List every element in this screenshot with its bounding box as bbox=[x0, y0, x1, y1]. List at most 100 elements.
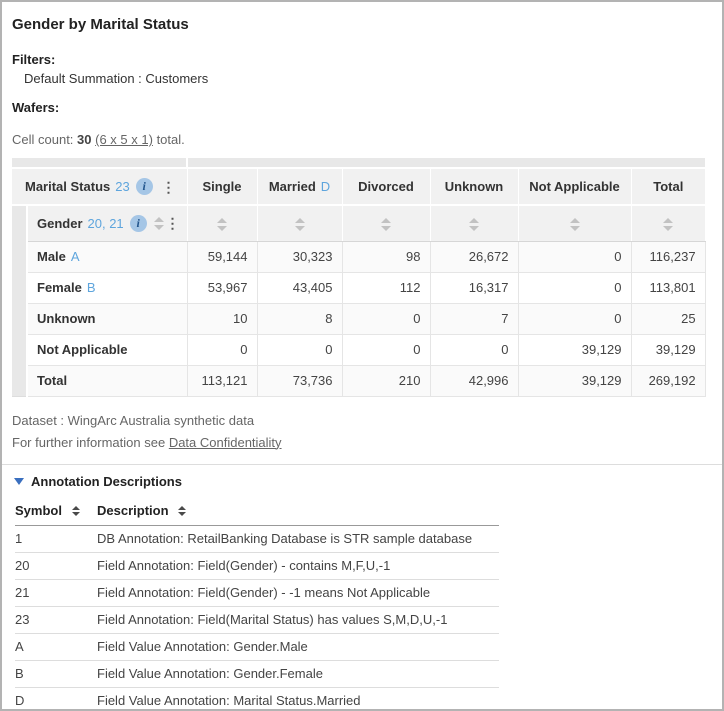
row-header-strip bbox=[12, 205, 27, 396]
data-cell: 0 bbox=[518, 241, 631, 272]
column-header-unknown: Unknown bbox=[430, 168, 518, 205]
symbol-column-header[interactable]: Symbol bbox=[15, 499, 97, 526]
annotation-row: D Field Value Annotation: Marital Status… bbox=[15, 687, 499, 711]
row-dimension-cell[interactable]: Gender 20, 21 i ⋮ bbox=[27, 205, 187, 241]
column-header-row: Marital Status 23 i ⋮ Single MarriedD Di… bbox=[12, 168, 705, 205]
data-cell: 16,317 bbox=[430, 272, 518, 303]
column-header-divorced: Divorced bbox=[342, 168, 430, 205]
sort-icon[interactable] bbox=[663, 218, 673, 231]
cell-count-suffix: total. bbox=[157, 132, 185, 147]
annotation-symbol: 21 bbox=[15, 579, 97, 606]
sort-icon[interactable] bbox=[469, 218, 479, 231]
dataset-line: Dataset : WingArc Australia synthetic da… bbox=[12, 410, 712, 432]
column-dimension-cell[interactable]: Marital Status 23 i ⋮ bbox=[12, 168, 187, 205]
data-cell: 116,237 bbox=[631, 241, 705, 272]
annotation-description: Field Value Annotation: Marital Status.M… bbox=[97, 687, 499, 711]
description-column-header[interactable]: Description bbox=[97, 499, 499, 526]
spacer-cell bbox=[12, 158, 187, 168]
data-confidentiality-link[interactable]: Data Confidentiality bbox=[169, 435, 282, 450]
annotation-ref[interactable]: 20, 21 bbox=[88, 216, 124, 231]
sort-icon[interactable] bbox=[381, 218, 391, 231]
report-page: Gender by Marital Status Filters: Defaul… bbox=[0, 0, 724, 711]
sort-icon[interactable] bbox=[217, 218, 227, 231]
table-row-male: MaleA 59,144 30,323 98 26,672 0 116,237 bbox=[12, 241, 705, 272]
data-cell: 30,323 bbox=[257, 241, 342, 272]
info-icon[interactable]: i bbox=[130, 215, 147, 232]
data-cell: 10 bbox=[187, 303, 257, 334]
sort-icon[interactable] bbox=[178, 506, 186, 516]
column-header-married: MarriedD bbox=[257, 168, 342, 205]
annotation-row: 21 Field Annotation: Field(Gender) - -1 … bbox=[15, 579, 499, 606]
data-cell: 0 bbox=[430, 334, 518, 365]
wafers-label: Wafers: bbox=[12, 100, 712, 115]
row-label: Total bbox=[27, 365, 187, 396]
table-row-total: Total 113,121 73,736 210 42,996 39,129 2… bbox=[12, 365, 705, 396]
annotation-ref[interactable]: D bbox=[321, 179, 330, 194]
annotation-row: 20 Field Annotation: Field(Gender) - con… bbox=[15, 552, 499, 579]
sort-cell-not-applicable bbox=[518, 205, 631, 241]
data-cell: 0 bbox=[257, 334, 342, 365]
data-cell: 0 bbox=[342, 334, 430, 365]
annotation-row: B Field Value Annotation: Gender.Female bbox=[15, 660, 499, 687]
data-cell: 0 bbox=[518, 272, 631, 303]
kebab-menu-icon[interactable]: ⋮ bbox=[161, 178, 177, 196]
sort-icon[interactable] bbox=[295, 218, 305, 231]
table-top-spacer bbox=[12, 158, 705, 168]
cell-count-breakdown-link[interactable]: (6 x 5 x 1) bbox=[95, 132, 153, 147]
collapse-triangle-icon[interactable] bbox=[14, 478, 24, 485]
annotation-section-toggle[interactable]: Annotation Descriptions bbox=[14, 474, 712, 489]
data-cell: 25 bbox=[631, 303, 705, 334]
table-row-unknown: Unknown 10 8 0 7 0 25 bbox=[12, 303, 705, 334]
sort-cell-unknown bbox=[430, 205, 518, 241]
annotation-symbol: 20 bbox=[15, 552, 97, 579]
sort-cell-divorced bbox=[342, 205, 430, 241]
sort-cell-total bbox=[631, 205, 705, 241]
sort-cell-married bbox=[257, 205, 342, 241]
column-header-single: Single bbox=[187, 168, 257, 205]
cell-count-line: Cell count: 30 (6 x 5 x 1) total. bbox=[12, 132, 712, 147]
data-cell: 0 bbox=[342, 303, 430, 334]
row-dimension-label: Gender bbox=[37, 216, 83, 231]
sort-icon[interactable] bbox=[570, 218, 580, 231]
annotation-description: Field Value Annotation: Gender.Female bbox=[97, 660, 499, 687]
annotation-section-title: Annotation Descriptions bbox=[31, 474, 182, 489]
column-header-total: Total bbox=[631, 168, 705, 205]
row-label: MaleA bbox=[27, 241, 187, 272]
annotation-description: Field Annotation: Field(Gender) - -1 mea… bbox=[97, 579, 499, 606]
table-row-not-applicable: Not Applicable 0 0 0 0 39,129 39,129 bbox=[12, 334, 705, 365]
sort-cell-single bbox=[187, 205, 257, 241]
data-cell: 42,996 bbox=[430, 365, 518, 396]
data-cell: 26,672 bbox=[430, 241, 518, 272]
column-header-not-applicable: Not Applicable bbox=[518, 168, 631, 205]
row-label: FemaleB bbox=[27, 272, 187, 303]
sort-icon[interactable] bbox=[154, 217, 164, 230]
data-cell: 112 bbox=[342, 272, 430, 303]
data-cell: 113,801 bbox=[631, 272, 705, 303]
row-dimension-and-sort-row: Gender 20, 21 i ⋮ bbox=[12, 205, 705, 241]
kebab-menu-icon[interactable]: ⋮ bbox=[165, 214, 181, 232]
data-cell: 0 bbox=[518, 303, 631, 334]
annotation-symbol: 1 bbox=[15, 525, 97, 552]
section-divider bbox=[2, 464, 722, 465]
data-cell: 53,967 bbox=[187, 272, 257, 303]
annotation-ref[interactable]: B bbox=[87, 280, 96, 295]
data-cell: 210 bbox=[342, 365, 430, 396]
annotations-table: Symbol Description 1 DB Annotation: Reta… bbox=[15, 499, 499, 711]
info-icon[interactable]: i bbox=[136, 178, 153, 195]
data-cell: 7 bbox=[430, 303, 518, 334]
annotation-ref[interactable]: 23 bbox=[115, 179, 129, 194]
data-cell: 8 bbox=[257, 303, 342, 334]
crosstab-table: Marital Status 23 i ⋮ Single MarriedD Di… bbox=[12, 158, 706, 397]
annotation-symbol: D bbox=[15, 687, 97, 711]
annotation-description: Field Annotation: Field(Marital Status) … bbox=[97, 606, 499, 633]
annotation-ref[interactable]: A bbox=[71, 249, 80, 264]
data-cell: 59,144 bbox=[187, 241, 257, 272]
data-cell: 39,129 bbox=[518, 365, 631, 396]
column-dimension-label: Marital Status bbox=[25, 179, 110, 194]
data-cell: 39,129 bbox=[631, 334, 705, 365]
sort-icon[interactable] bbox=[72, 506, 80, 516]
annotations-header-row: Symbol Description bbox=[15, 499, 499, 526]
filter-item: Default Summation : Customers bbox=[24, 71, 712, 86]
cell-count-prefix: Cell count: bbox=[12, 132, 73, 147]
spacer-cell bbox=[187, 158, 705, 168]
